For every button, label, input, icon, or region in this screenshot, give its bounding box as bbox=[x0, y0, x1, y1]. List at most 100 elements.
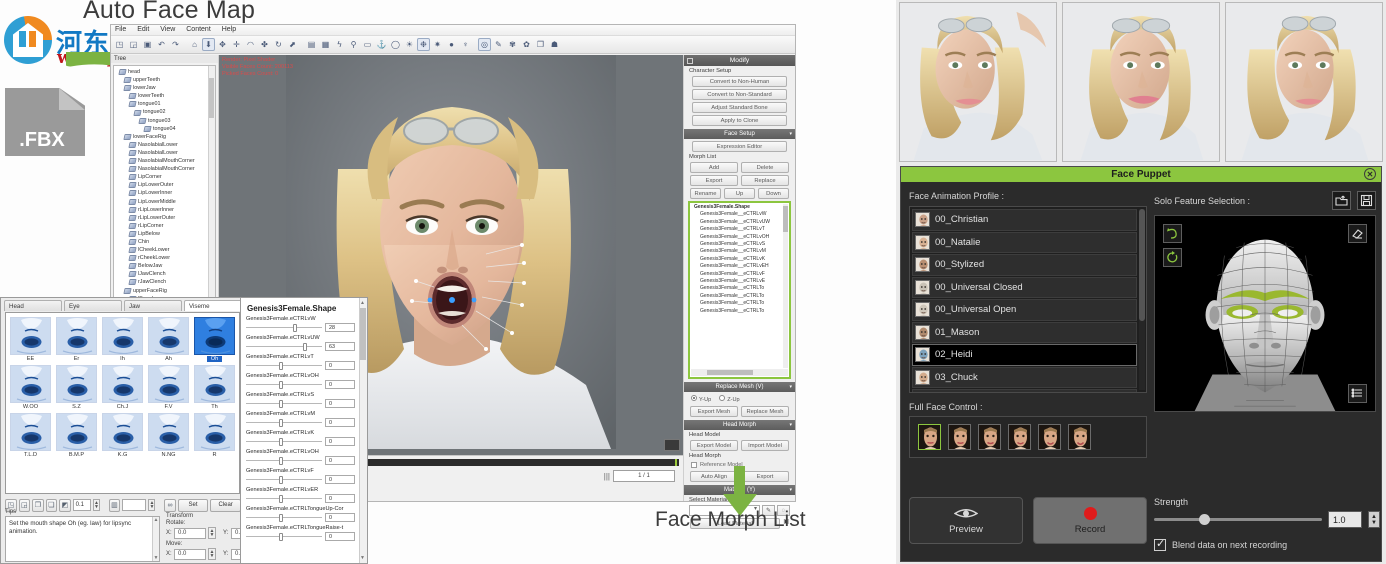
app-toolbar[interactable]: ◳ ◲ ▣ ↶ ↷ ⌂ ⬇ ✥ ✛ ◠ ✤ ↻ ⬈ ▤ ▦ ϟ ⚲ ▭ ⚓ ◯ … bbox=[111, 36, 795, 54]
morph-tree-item[interactable]: Genesis3Female__eCTRLvEH bbox=[691, 263, 782, 270]
morph-tree-item[interactable]: Genesis3Female__eCTRLvW bbox=[691, 211, 782, 218]
feature-list-icon[interactable] bbox=[1348, 384, 1367, 403]
home-icon[interactable]: ⌂ bbox=[188, 38, 201, 51]
morph-tree-item[interactable]: Genesis3Female__eCTRLvK bbox=[691, 256, 782, 263]
tree-node[interactable]: head bbox=[116, 68, 215, 76]
morph-tree-item[interactable]: Genesis3Female__eCTRLTo bbox=[691, 308, 782, 315]
viseme-cell[interactable]: B.M.P bbox=[54, 413, 99, 461]
morph-slider-row[interactable]: Genesis3Female.eCTRLvF 0 bbox=[246, 468, 355, 484]
full-face-control-thumb[interactable] bbox=[978, 424, 1001, 450]
chevron-down-icon[interactable]: ▾ bbox=[789, 487, 792, 493]
viseme-cell[interactable]: W.OO bbox=[8, 365, 53, 413]
morph-tree-item[interactable]: Genesis3Female__eCTRLTo bbox=[691, 293, 782, 300]
preview-button[interactable]: Preview bbox=[909, 497, 1023, 544]
morph-slider-row[interactable]: Genesis3Female.eCTRLvM 0 bbox=[246, 411, 355, 427]
viseme-thumbnail[interactable] bbox=[194, 365, 235, 403]
viseme-thumbnail[interactable] bbox=[194, 317, 235, 355]
frame-indicator[interactable]: 1 / 1 bbox=[613, 470, 675, 482]
viseme-cell[interactable]: R bbox=[192, 413, 237, 461]
tree-node[interactable]: rLipCorner bbox=[116, 222, 215, 230]
morph-up-button[interactable]: Up bbox=[724, 188, 755, 199]
morph-tree-item[interactable]: Genesis3Female__eCTRLvM bbox=[691, 248, 782, 255]
viseme-cell[interactable]: Ah bbox=[146, 317, 191, 365]
morph-slider-row[interactable]: Genesis3Female.eCTRLTongueRaise-t 0 bbox=[246, 525, 355, 541]
clear-button[interactable]: Clear bbox=[210, 498, 241, 512]
anchor-icon[interactable]: ⚓ bbox=[375, 38, 388, 51]
rotate-x-input[interactable]: 0.0 bbox=[174, 527, 206, 539]
face-puppet-panel[interactable]: Face Puppet ✕ Face Animation Profile : 0… bbox=[900, 166, 1382, 562]
morph-add-button[interactable]: Add bbox=[690, 162, 738, 173]
load-profile-icon[interactable] bbox=[1332, 191, 1351, 210]
strength-slider-knob[interactable] bbox=[1199, 514, 1211, 525]
tree-node[interactable]: rLipLowerOuter bbox=[116, 214, 215, 222]
tree-node[interactable]: LipLowerMiddle bbox=[116, 198, 215, 206]
app-menubar[interactable]: File Edit View Content Help bbox=[111, 25, 795, 36]
tree-node[interactable]: upperTeeth bbox=[116, 76, 215, 84]
morph-slider-row[interactable]: Genesis3Female.eCTRLvT 0 bbox=[246, 354, 355, 370]
move-down-icon[interactable]: ⬇ bbox=[202, 38, 215, 51]
profile-list-scrollbar[interactable] bbox=[1139, 209, 1145, 390]
morph-slider-value[interactable]: 0 bbox=[325, 532, 355, 541]
strength-stepper[interactable]: ▲ ▼ bbox=[92, 499, 100, 511]
morph-slider-value[interactable]: 0 bbox=[325, 418, 355, 427]
viseme-cell[interactable]: F.V bbox=[146, 365, 191, 413]
morph-slider-track[interactable] bbox=[246, 418, 322, 427]
profile-list-item[interactable]: 01_Mason bbox=[912, 321, 1137, 343]
convert-non-standard-button[interactable]: Convert to Non-Standard bbox=[692, 89, 787, 100]
tree-node[interactable]: LipLowerOuter bbox=[116, 181, 215, 189]
menu-view[interactable]: View bbox=[160, 26, 175, 33]
morph-down-button[interactable]: Down bbox=[758, 188, 789, 199]
morph-list-tree[interactable]: Genesis3Female.Shape Genesis3Female__eCT… bbox=[688, 201, 791, 379]
profile-list-item[interactable]: 04_Owen bbox=[912, 389, 1137, 392]
tree-node[interactable]: lowerJaw bbox=[116, 84, 215, 92]
tree-node[interactable]: tongue03 bbox=[116, 117, 215, 125]
ibl-icon[interactable]: ❉ bbox=[417, 38, 430, 51]
viseme-thumbnail[interactable] bbox=[148, 365, 189, 403]
solo-feature-mesh-preview[interactable] bbox=[1154, 215, 1376, 412]
menu-content[interactable]: Content bbox=[186, 26, 211, 33]
morph-slider-row[interactable]: Genesis3Female.eCTRLvUW 63 bbox=[246, 335, 355, 351]
set-button[interactable]: Set bbox=[177, 498, 209, 512]
morph-panel-scrollbar[interactable]: ▲ ▼ bbox=[359, 298, 367, 563]
select-tool-icon[interactable]: ✛ bbox=[230, 38, 243, 51]
tree-node[interactable]: rCheekLower bbox=[116, 254, 215, 262]
viseme-thumbnail[interactable] bbox=[102, 413, 143, 451]
morph-replace-button[interactable]: Replace bbox=[741, 175, 789, 186]
viseme-cell[interactable]: T.L.D bbox=[8, 413, 53, 461]
open-folder-icon[interactable]: ◲ bbox=[18, 498, 31, 512]
strength-slider[interactable] bbox=[1154, 514, 1322, 525]
morph-slider-row[interactable]: Genesis3Female.eCTRLvS 0 bbox=[246, 392, 355, 408]
blend-data-row[interactable]: Blend data on next recording bbox=[1154, 537, 1380, 551]
profile-list-item[interactable]: 00_Christian bbox=[912, 209, 1137, 231]
menu-file[interactable]: File bbox=[115, 26, 126, 33]
profile-list-item[interactable]: 00_Natalie bbox=[912, 231, 1137, 253]
move-x-input[interactable]: 0.0 bbox=[174, 548, 206, 560]
full-face-control-thumb[interactable] bbox=[1068, 424, 1091, 450]
rotate-view-icon[interactable] bbox=[1163, 248, 1182, 267]
tree-node[interactable]: NasolabialMouthCorner bbox=[116, 165, 215, 173]
export-model-button[interactable]: Export Model bbox=[690, 440, 738, 451]
modify-panel[interactable]: Modify Character Setup Convert to Non-Hu… bbox=[683, 55, 795, 529]
star-icon[interactable]: ✷ bbox=[431, 38, 444, 51]
collapse-icon[interactable] bbox=[687, 57, 693, 64]
morph-panel-scroll-thumb[interactable] bbox=[360, 308, 366, 360]
morph-tree-item[interactable]: Genesis3Female__eCTRLvOH bbox=[691, 234, 782, 241]
cart-icon[interactable]: ☗ bbox=[548, 38, 561, 51]
tree-node[interactable]: lowerTeeth bbox=[116, 92, 215, 100]
copy-icon[interactable]: ❐ bbox=[32, 498, 44, 512]
viseme-thumbnail[interactable] bbox=[148, 317, 189, 355]
tree-node[interactable]: tongue04 bbox=[116, 125, 215, 133]
blend-data-checkbox[interactable] bbox=[1154, 537, 1166, 551]
chevron-down-icon[interactable]: ▾ bbox=[789, 384, 792, 390]
render-icon[interactable]: ◎ bbox=[478, 38, 491, 51]
scroll-down-icon[interactable]: ▼ bbox=[360, 555, 365, 561]
profile-list-item[interactable]: 03_Chuck bbox=[912, 366, 1137, 388]
viseme-cell[interactable]: S.Z bbox=[54, 365, 99, 413]
paint-icon[interactable]: ✾ bbox=[506, 38, 519, 51]
menu-edit[interactable]: Edit bbox=[137, 26, 149, 33]
morph-slider-track[interactable] bbox=[246, 323, 322, 332]
sphere-icon[interactable]: ◯ bbox=[389, 38, 402, 51]
menu-help[interactable]: Help bbox=[222, 26, 236, 33]
tab-head[interactable]: Head bbox=[4, 300, 62, 311]
morph-slider-track[interactable] bbox=[246, 532, 322, 541]
